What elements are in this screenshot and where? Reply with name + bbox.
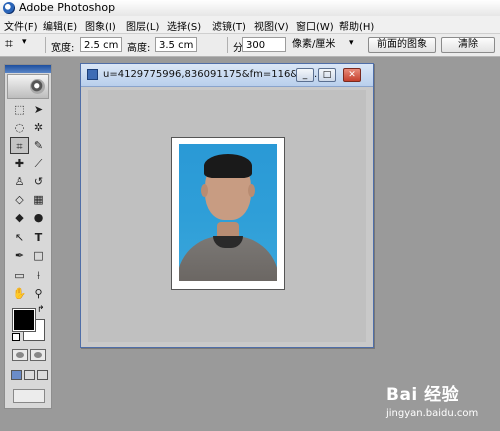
baidu-jingyan-watermark: Bai 经验 jingyan.baidu.com (386, 378, 496, 426)
crop-tool-icon[interactable]: ⌗ (10, 137, 29, 154)
path-selection-tool-icon[interactable]: ↖ (10, 229, 29, 246)
quick-mask-mode-button[interactable] (30, 349, 46, 361)
photoshop-eye-logo[interactable] (7, 74, 49, 99)
id-photo (179, 144, 277, 281)
chevron-down-icon[interactable]: ▾ (22, 37, 27, 47)
app-title: Adobe Photoshop (19, 1, 116, 14)
history-brush-tool-icon[interactable]: ↺ (29, 173, 48, 190)
menu-filter[interactable]: 滤镜(T) (212, 18, 246, 33)
watermark-logo: Bai 经验 (386, 385, 460, 405)
eyedropper-tool-icon[interactable]: ⟊ (29, 267, 48, 284)
photoshop-logo-icon (3, 2, 15, 14)
standard-screen-mode-button[interactable] (11, 370, 22, 380)
front-image-button[interactable]: 前面的图象 (368, 37, 436, 53)
document-title-bar[interactable]: u=4129775996,836091175&fm=116&gp... _ □ … (81, 64, 373, 87)
foreground-color-swatch[interactable] (12, 308, 36, 332)
default-colors-icon[interactable] (12, 333, 20, 341)
menu-select[interactable]: 选择(S) (167, 18, 201, 33)
menu-view[interactable]: 视图(V) (254, 18, 289, 33)
marquee-tool-icon[interactable]: ⬚ (10, 101, 29, 118)
width-field[interactable]: 2.5 cm (80, 37, 122, 52)
jump-to-imageready-button[interactable] (13, 389, 45, 403)
height-field[interactable]: 3.5 cm (155, 37, 197, 52)
minimize-button[interactable]: _ (296, 68, 314, 82)
menu-image[interactable]: 图象(I) (85, 18, 116, 33)
options-bar: ⌗ ▾ 宽度: 2.5 cm 高度: 3.5 cm 分辨率: 300 像素/厘米… (0, 34, 500, 57)
gradient-tool-icon[interactable]: ▦ (29, 191, 48, 208)
menu-help[interactable]: 帮助(H) (339, 18, 374, 33)
maximize-button[interactable]: □ (318, 68, 336, 82)
menu-bar: 文件(F) 编辑(E) 图象(I) 图层(L) 选择(S) 滤镜(T) 视图(V… (0, 16, 500, 34)
height-label: 高度: (127, 43, 151, 54)
move-tool-icon[interactable]: ➤ (29, 101, 48, 118)
document-canvas[interactable] (88, 90, 366, 342)
brush-tool-icon[interactable]: ⟋ (29, 155, 48, 172)
photo-ear-right (248, 184, 255, 197)
app-title-bar: Adobe Photoshop (0, 0, 500, 17)
menu-file[interactable]: 文件(F) (4, 18, 38, 33)
blur-tool-icon[interactable]: ◆ (10, 209, 29, 226)
toolbox-header[interactable] (5, 65, 51, 73)
swap-colors-icon[interactable]: ↱ (37, 305, 45, 315)
clear-button[interactable]: 清除 (441, 37, 495, 53)
full-screen-menu-mode-button[interactable] (24, 370, 35, 380)
toolbox: ⬚ ➤ ◌ ✲ ⌗ ✎ ✚ ⟋ ♙ ↺ ◇ ▦ ◆ ● ↖ T ✒ □ ▭ ⟊ … (4, 64, 52, 409)
separator (227, 37, 228, 53)
document-icon (87, 69, 98, 80)
close-button[interactable]: ✕ (343, 68, 361, 82)
photo-hair (204, 154, 252, 178)
menu-window[interactable]: 窗口(W) (296, 18, 334, 33)
hand-tool-icon[interactable]: ✋ (10, 285, 29, 302)
slice-tool-icon[interactable]: ✎ (29, 137, 48, 154)
standard-mode-button[interactable] (12, 349, 28, 361)
full-screen-mode-button[interactable] (37, 370, 48, 380)
width-label: 宽度: (51, 43, 75, 54)
watermark-url: jingyan.baidu.com (386, 408, 479, 419)
zoom-tool-icon[interactable]: ⚲ (29, 285, 48, 302)
shape-tool-icon[interactable]: □ (29, 247, 48, 264)
photo-ear-left (201, 184, 208, 197)
chevron-down-icon[interactable]: ▾ (349, 38, 354, 48)
healing-brush-tool-icon[interactable]: ✚ (10, 155, 29, 172)
pen-tool-icon[interactable]: ✒ (10, 247, 29, 264)
menu-layer[interactable]: 图层(L) (126, 18, 159, 33)
eye-icon (30, 79, 45, 94)
resolution-field[interactable]: 300 (242, 37, 286, 52)
type-tool-icon[interactable]: T (29, 229, 48, 246)
clone-stamp-tool-icon[interactable]: ♙ (10, 173, 29, 190)
document-title: u=4129775996,836091175&fm=116&gp... (103, 69, 321, 80)
menu-edit[interactable]: 编辑(E) (43, 18, 77, 33)
separator (45, 37, 46, 53)
notes-tool-icon[interactable]: ▭ (10, 267, 29, 284)
document-window: u=4129775996,836091175&fm=116&gp... _ □ … (80, 63, 374, 348)
photo-paper (171, 137, 285, 290)
magic-wand-tool-icon[interactable]: ✲ (29, 119, 48, 136)
crop-tool-preset-icon[interactable]: ⌗ (5, 36, 13, 52)
lasso-tool-icon[interactable]: ◌ (10, 119, 29, 136)
eraser-tool-icon[interactable]: ◇ (10, 191, 29, 208)
dodge-tool-icon[interactable]: ● (29, 209, 48, 226)
